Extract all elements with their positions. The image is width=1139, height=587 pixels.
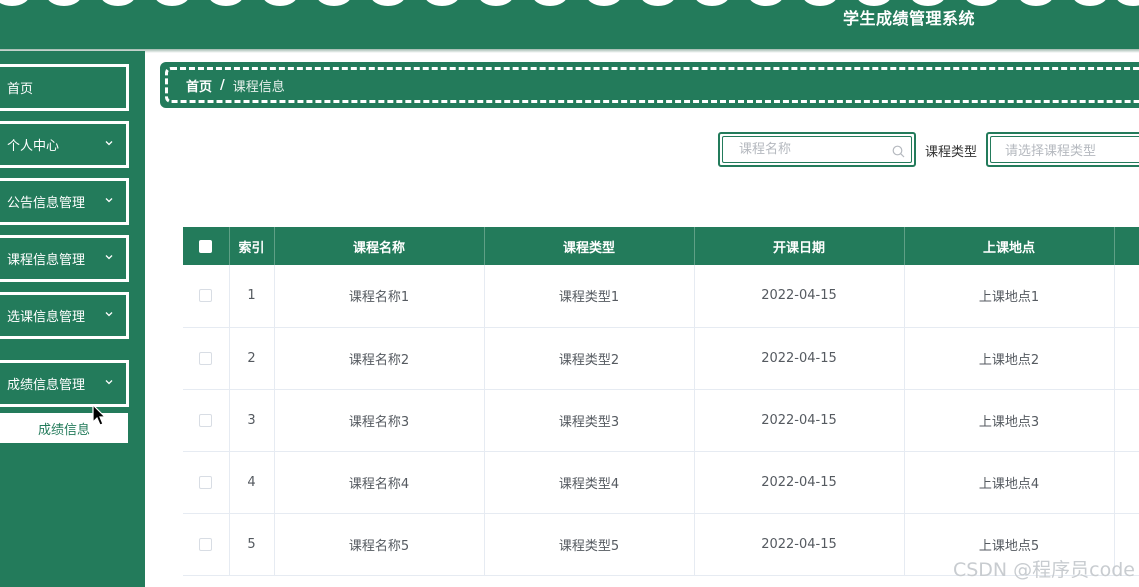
chevron-down-icon <box>105 198 113 203</box>
table-row: 3 课程名称3 课程类型3 2022-04-15 上课地点3 <box>183 389 1139 452</box>
row-checkbox[interactable] <box>199 475 213 489</box>
header-shadow <box>0 49 1139 53</box>
row-checkbox[interactable] <box>199 289 213 303</box>
row-checkbox[interactable] <box>199 413 213 427</box>
cell-start-date: 2022-04-15 <box>694 513 905 576</box>
column-header-index: 索引 <box>229 227 275 265</box>
cell-extra <box>1114 265 1139 328</box>
cell-start-date: 2022-04-15 <box>694 389 905 452</box>
cell-course-type: 课程类型1 <box>484 265 695 328</box>
cell-course-type: 课程类型4 <box>484 451 695 514</box>
cell-index: 4 <box>229 451 275 514</box>
sidebar-item-grade-management[interactable]: 成绩信息管理 <box>0 360 129 407</box>
course-type-select-placeholder: 请选择课程类型 <box>990 136 1139 163</box>
sidebar-item-announcement-management[interactable]: 公告信息管理 <box>0 178 129 225</box>
cell-course-type: 课程类型2 <box>484 327 695 390</box>
table-row: 2 课程名称2 课程类型2 2022-04-15 上课地点2 <box>183 327 1139 390</box>
chevron-down-icon <box>105 312 113 317</box>
cell-course-name: 课程名称3 <box>274 389 485 452</box>
breadcrumb: 首页 / 课程信息 <box>160 62 1139 108</box>
search-icon[interactable] <box>892 145 905 158</box>
course-name-search-inner <box>722 136 912 163</box>
table-row: 4 课程名称4 课程类型4 2022-04-15 上课地点4 <box>183 451 1139 514</box>
course-name-search-box <box>718 132 916 167</box>
cell-start-date: 2022-04-15 <box>694 451 905 514</box>
cell-location: 上课地点2 <box>904 327 1115 390</box>
cell-start-date: 2022-04-15 <box>694 327 905 390</box>
column-header-location: 上课地点 <box>904 227 1115 265</box>
cell-course-name: 课程名称4 <box>274 451 485 514</box>
cell-course-name: 课程名称1 <box>274 265 485 328</box>
sidebar-item-course-selection-management[interactable]: 选课信息管理 <box>0 292 129 339</box>
mouse-cursor-icon <box>92 404 107 426</box>
table-header-row: 索引 课程名称 课程类型 开课日期 上课地点 <box>183 227 1139 265</box>
cell-location: 上课地点1 <box>904 265 1115 328</box>
course-name-input[interactable] <box>737 141 877 158</box>
cell-extra <box>1114 327 1139 390</box>
chevron-down-icon <box>105 380 113 385</box>
sidebar-item-label: 公告信息管理 <box>7 196 86 211</box>
column-header-course-type: 课程类型 <box>484 227 695 265</box>
cell-index: 2 <box>229 327 275 390</box>
app-header: 学生成绩管理系统 <box>0 0 1139 49</box>
chevron-down-icon <box>105 141 113 146</box>
submenu-item-grade-info[interactable]: 成绩信息 <box>0 413 128 443</box>
cell-extra <box>1114 451 1139 514</box>
course-type-select[interactable]: 请选择课程类型 <box>986 132 1139 167</box>
cell-index: 3 <box>229 389 275 452</box>
table-row: 1 课程名称1 课程类型1 2022-04-15 上课地点1 <box>183 265 1139 328</box>
column-header-course-name: 课程名称 <box>274 227 485 265</box>
app-title: 学生成绩管理系统 <box>842 9 975 28</box>
sidebar-item-label: 首页 <box>7 82 34 97</box>
cell-course-type: 课程类型5 <box>484 513 695 576</box>
sidebar-item-personal-center[interactable]: 个人中心 <box>0 121 129 168</box>
sidebar-item-label: 成绩信息管理 <box>7 378 86 393</box>
sidebar-item-home[interactable]: 首页 <box>0 64 129 111</box>
cell-location: 上课地点3 <box>904 389 1115 452</box>
course-table: 索引 课程名称 课程类型 开课日期 上课地点 1 课程名称1 课程类型1 202… <box>183 227 1139 587</box>
cell-course-name: 课程名称2 <box>274 327 485 390</box>
sidebar-item-course-management[interactable]: 课程信息管理 <box>0 235 129 282</box>
sidebar: 首页 个人中心 公告信息管理 课程信息管理 选课信息管理 成绩信息管理 成绩信息 <box>0 51 145 587</box>
column-header-extra <box>1114 227 1139 265</box>
sidebar-item-label: 选课信息管理 <box>7 310 86 325</box>
select-all-cell <box>183 227 230 265</box>
cell-start-date: 2022-04-15 <box>694 265 905 328</box>
sidebar-item-label: 课程信息管理 <box>7 253 86 268</box>
breadcrumb-inner: 首页 / 课程信息 <box>165 67 1139 103</box>
cell-course-name: 课程名称5 <box>274 513 485 576</box>
watermark: CSDN @程序员code <box>952 559 1135 581</box>
cell-extra <box>1114 389 1139 452</box>
sidebar-item-label: 个人中心 <box>7 139 60 154</box>
course-type-label: 课程类型 <box>925 145 978 160</box>
breadcrumb-current: 课程信息 <box>232 79 285 95</box>
chevron-down-icon <box>105 255 113 260</box>
row-checkbox[interactable] <box>199 537 213 551</box>
row-checkbox[interactable] <box>199 351 213 365</box>
cell-course-type: 课程类型3 <box>484 389 695 452</box>
select-all-checkbox[interactable] <box>199 239 213 253</box>
breadcrumb-separator: / <box>220 77 225 93</box>
cell-index: 1 <box>229 265 275 328</box>
cell-index: 5 <box>229 513 275 576</box>
column-header-start-date: 开课日期 <box>694 227 905 265</box>
breadcrumb-home-link[interactable]: 首页 <box>186 76 212 95</box>
cell-location: 上课地点4 <box>904 451 1115 514</box>
